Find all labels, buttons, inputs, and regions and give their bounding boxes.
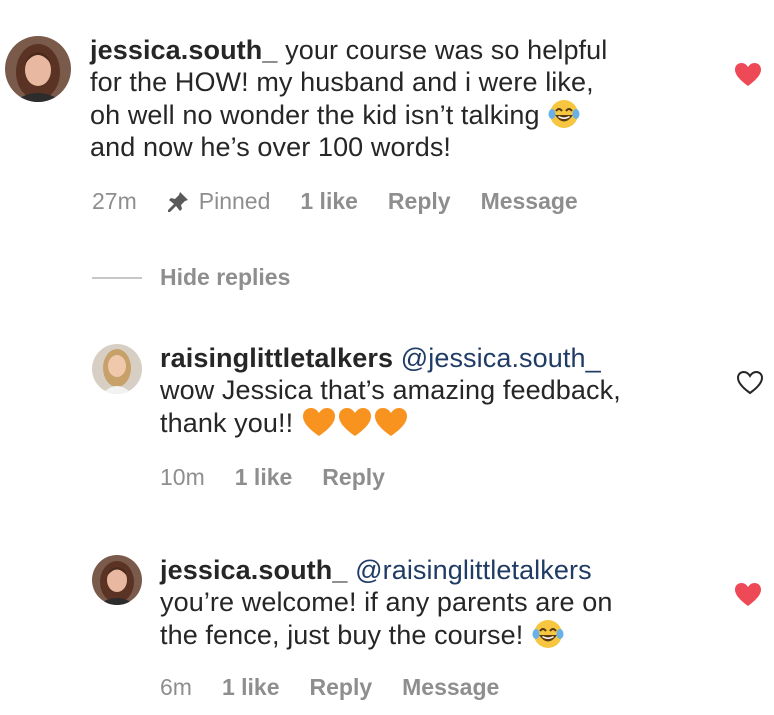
avatar[interactable] [92, 344, 142, 394]
mention-link[interactable]: @jessica.south_ [401, 343, 601, 373]
comment-text-line: the fence, just buy the course! [160, 620, 524, 650]
hide-replies-button[interactable]: Hide replies [92, 264, 290, 291]
laughing-tears-emoji [531, 618, 565, 650]
likes-count[interactable]: 1 like [222, 674, 280, 701]
comment-username[interactable]: raisinglittletalkers [160, 343, 393, 373]
comment-username[interactable]: jessica.south_ [160, 555, 348, 585]
pinned-indicator: Pinned [167, 188, 271, 215]
pin-icon [167, 191, 188, 212]
comment-text-line: and now he’s over 100 words! [90, 132, 452, 162]
like-heart-outline-icon[interactable] [736, 370, 764, 396]
orange-heart-emoji [301, 406, 409, 445]
avatar-photo [92, 344, 142, 394]
avatar-photo [92, 555, 142, 605]
like-heart-icon[interactable] [734, 582, 762, 608]
like-heart-icon[interactable] [734, 62, 762, 88]
reply-button[interactable]: Reply [310, 674, 373, 701]
comment-timestamp: 10m [160, 464, 205, 490]
hide-replies-label: Hide replies [160, 264, 291, 290]
avatar[interactable] [5, 36, 71, 102]
comment-timestamp: 6m [160, 674, 192, 700]
avatar-photo [5, 36, 71, 102]
comment-username[interactable]: jessica.south_ [90, 35, 278, 65]
likes-count[interactable]: 1 like [300, 188, 358, 215]
message-button[interactable]: Message [402, 674, 499, 701]
comment-text-line: oh well no wonder the kid isn’t talking [90, 100, 540, 130]
reply-button[interactable]: Reply [388, 188, 451, 215]
comment-text-line: wow Jessica that’s amazing feedback, [160, 375, 621, 405]
avatar[interactable] [92, 555, 142, 605]
mention-link[interactable]: @raisinglittletalkers [355, 555, 592, 585]
laughing-tears-emoji [547, 98, 581, 130]
comment-text-line: you’re welcome! if any parents are on [160, 587, 613, 617]
comment-text-line: for the HOW! my husband and i were like, [90, 67, 594, 97]
comment-timestamp: 27m [92, 188, 137, 214]
pinned-label: Pinned [198, 188, 271, 214]
reply-button[interactable]: Reply [322, 464, 385, 491]
divider-line [92, 276, 142, 279]
message-button[interactable]: Message [481, 188, 578, 215]
likes-count[interactable]: 1 like [235, 464, 293, 491]
comment-text-line: thank you!! [160, 408, 294, 438]
comment-text-line: your course was so helpful [285, 35, 608, 65]
